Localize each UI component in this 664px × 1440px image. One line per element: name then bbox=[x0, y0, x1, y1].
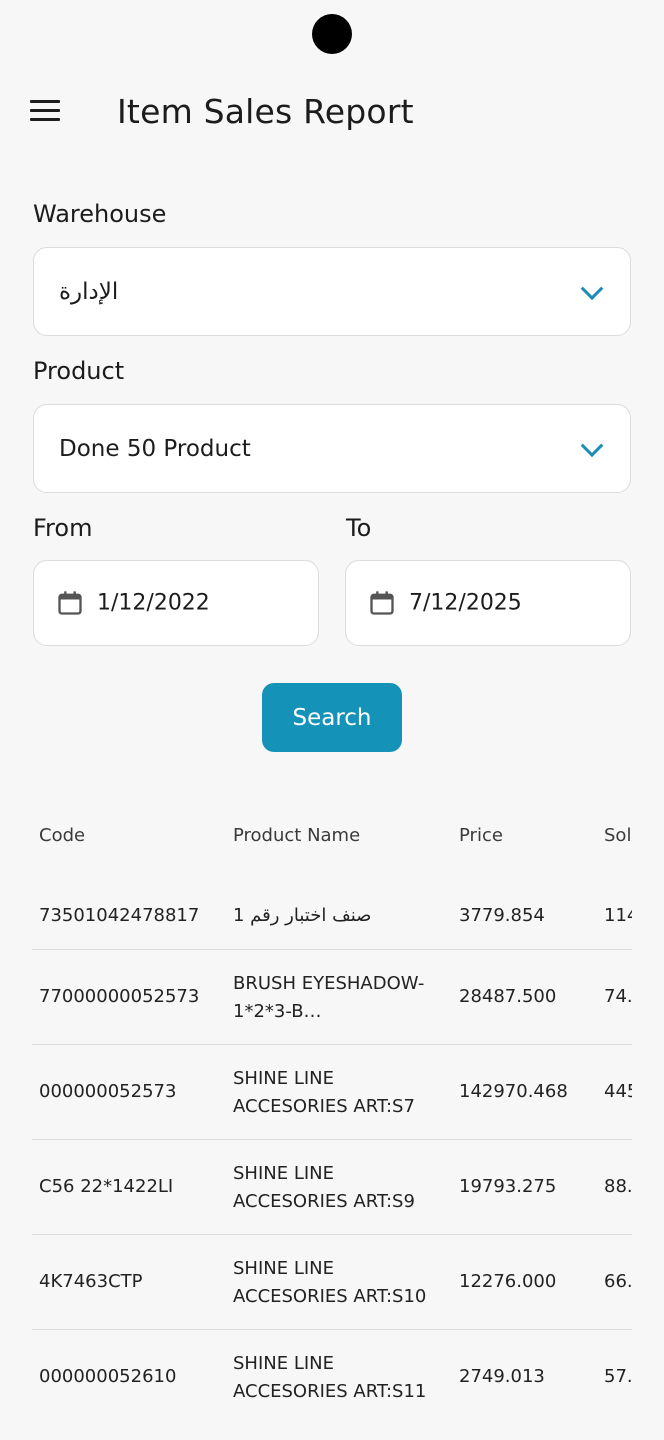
table-row[interactable]: 000000052610 SHINE LINE ACCESORIES ART:S… bbox=[32, 1330, 632, 1425]
table-row[interactable]: 000000052573 SHINE LINE ACCESORIES ART:S… bbox=[32, 1045, 632, 1140]
page-title: Item Sales Report bbox=[117, 92, 414, 131]
product-name-cell: BRUSH EYESHADOW-1*2*3-B… bbox=[233, 973, 425, 1022]
from-date-value: 1/12/2022 bbox=[97, 590, 210, 616]
code-cell: 77000000052573 bbox=[39, 986, 200, 1007]
table-row[interactable]: 73501042478817 صنف اختبار رقم 1 3779.854… bbox=[32, 882, 632, 950]
table-row[interactable]: C56 22*1422LI SHINE LINE ACCESORIES ART:… bbox=[32, 1140, 632, 1235]
product-name-cell: SHINE LINE ACCESORIES ART:S9 bbox=[233, 1163, 415, 1212]
to-date-field[interactable]: 7/12/2025 bbox=[345, 560, 631, 646]
from-date-field[interactable]: 1/12/2022 bbox=[33, 560, 319, 646]
table-row[interactable]: 77000000052573 BRUSH EYESHADOW-1*2*3-B… … bbox=[32, 950, 632, 1045]
product-name-cell: SHINE LINE ACCESORIES ART:S7 bbox=[233, 1068, 415, 1117]
warehouse-value: الإدارة bbox=[59, 278, 119, 305]
sold-cell: 114 bbox=[604, 905, 632, 926]
product-name-cell: صنف اختبار رقم 1 bbox=[233, 905, 372, 926]
menu-icon[interactable] bbox=[30, 100, 60, 124]
product-name-cell: SHINE LINE ACCESORIES ART:S11 اكسسوارات bbox=[233, 1353, 427, 1402]
price-cell: 12276.000 bbox=[459, 1271, 557, 1292]
table-row[interactable]: 4K7463CTP SHINE LINE ACCESORIES ART:S10 … bbox=[32, 1235, 632, 1330]
column-header-product-name: Product Name bbox=[233, 825, 361, 846]
price-cell: 142970.468 bbox=[459, 1081, 568, 1102]
code-cell: 000000052610 bbox=[39, 1366, 177, 1387]
calendar-icon bbox=[58, 591, 82, 615]
sold-cell: 57. bbox=[604, 1366, 632, 1387]
calendar-icon bbox=[370, 591, 394, 615]
price-cell: 3779.854 bbox=[459, 905, 545, 926]
sold-cell: 74. bbox=[604, 986, 632, 1007]
product-label: Product bbox=[33, 357, 125, 385]
app-bar: Item Sales Report bbox=[0, 80, 664, 146]
sold-cell: 445 bbox=[604, 1081, 632, 1102]
sold-cell: 66. bbox=[604, 1271, 632, 1292]
warehouse-dropdown[interactable]: الإدارة bbox=[33, 247, 631, 336]
camera-cutout bbox=[312, 14, 352, 54]
column-header-sold: Sol bbox=[604, 825, 632, 846]
chevron-down-icon bbox=[580, 276, 604, 300]
search-button[interactable]: Search bbox=[262, 683, 402, 752]
code-cell: 73501042478817 bbox=[39, 905, 200, 926]
product-name-cell: SHINE LINE ACCESORIES ART:S10 اكسسوارات bbox=[233, 1258, 427, 1307]
from-label: From bbox=[33, 514, 93, 542]
warehouse-label: Warehouse bbox=[33, 200, 167, 228]
column-header-code: Code bbox=[39, 825, 86, 846]
code-cell: 000000052573 bbox=[39, 1081, 177, 1102]
sold-cell: 88. bbox=[604, 1176, 632, 1197]
price-cell: 2749.013 bbox=[459, 1366, 545, 1387]
to-label: To bbox=[346, 514, 372, 542]
results-table[interactable]: Code Product Name Price Sol 735010424788… bbox=[32, 800, 632, 1440]
table-header: Code Product Name Price Sol bbox=[32, 800, 632, 872]
column-header-price: Price bbox=[459, 825, 503, 846]
to-date-value: 7/12/2025 bbox=[409, 590, 522, 616]
price-cell: 19793.275 bbox=[459, 1176, 557, 1197]
code-cell: 4K7463CTP bbox=[39, 1271, 143, 1292]
product-dropdown[interactable]: Done 50 Product bbox=[33, 404, 631, 493]
price-cell: 28487.500 bbox=[459, 986, 557, 1007]
product-value: Done 50 Product bbox=[59, 435, 251, 462]
code-cell: C56 22*1422LI bbox=[39, 1176, 174, 1197]
app-screen: Item Sales Report Warehouse الإدارة Prod… bbox=[0, 0, 664, 1440]
chevron-down-icon bbox=[580, 433, 604, 457]
